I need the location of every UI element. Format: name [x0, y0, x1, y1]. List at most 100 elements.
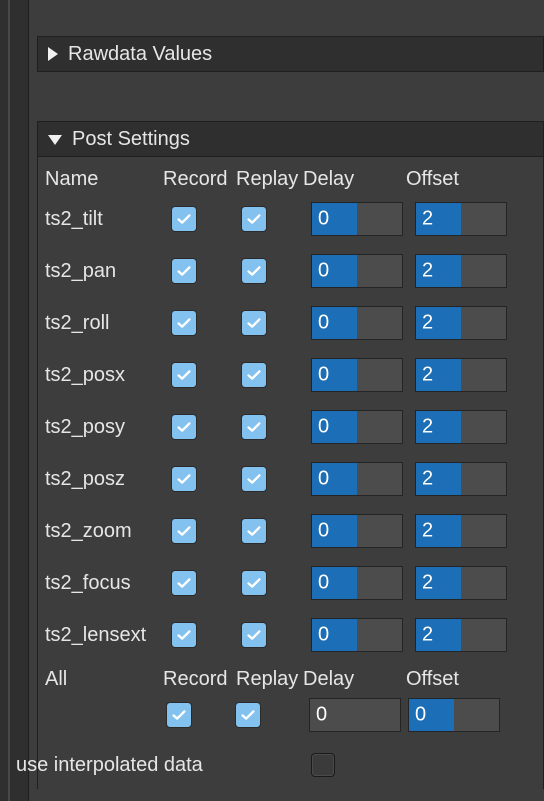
checkmark-icon — [177, 578, 191, 588]
row-name: ts2_posy — [45, 415, 126, 438]
checkmark-icon — [177, 370, 191, 380]
checkmark-icon — [247, 370, 261, 380]
replay-cell — [238, 609, 270, 661]
delay-cell: 0 — [311, 297, 403, 349]
replay-checkbox[interactable] — [241, 362, 267, 388]
offset-field[interactable]: 2 — [415, 618, 507, 652]
row-name: ts2_pan — [45, 259, 117, 282]
record-checkbox[interactable] — [171, 466, 197, 492]
record-checkbox[interactable] — [171, 258, 197, 284]
replay-checkbox[interactable] — [241, 570, 267, 596]
replay-cell — [238, 297, 270, 349]
offset-field[interactable]: 2 — [415, 254, 507, 288]
record-cell — [168, 453, 200, 505]
record-checkbox[interactable] — [171, 362, 197, 388]
delay-field[interactable]: 0 — [311, 202, 403, 236]
collapsed-triangle-icon — [48, 47, 58, 61]
delay-field[interactable]: 0 — [311, 254, 403, 288]
table-row: ts2_zoom 0 2 — [38, 505, 544, 557]
offset-field[interactable]: 2 — [415, 514, 507, 548]
record-checkbox[interactable] — [171, 310, 197, 336]
offset-field[interactable]: 2 — [415, 566, 507, 600]
row-name: ts2_lensext — [45, 623, 147, 646]
offset-value: 2 — [422, 623, 434, 646]
replay-checkbox[interactable] — [241, 258, 267, 284]
all-delay-field[interactable]: 0 — [309, 698, 401, 732]
post-settings-section: Name Record Replay Delay Offset ts2_tilt… — [37, 157, 544, 789]
delay-cell: 0 — [311, 609, 403, 661]
delay-field[interactable]: 0 — [311, 462, 403, 496]
offset-field[interactable]: 2 — [415, 462, 507, 496]
offset-field[interactable]: 2 — [415, 202, 507, 236]
delay-value: 0 — [318, 571, 330, 594]
replay-cell — [238, 401, 270, 453]
delay-field[interactable]: 0 — [311, 514, 403, 548]
delay-cell: 0 — [311, 245, 403, 297]
replay-cell — [238, 245, 270, 297]
delay-value: 0 — [318, 415, 330, 438]
offset-field[interactable]: 2 — [415, 306, 507, 340]
checkmark-icon — [172, 710, 186, 720]
all-offset-field[interactable]: 0 — [408, 698, 500, 732]
row-name: ts2_roll — [45, 311, 110, 334]
delay-field[interactable]: 0 — [311, 566, 403, 600]
all-delay-value: 0 — [316, 703, 328, 726]
record-cell — [168, 505, 200, 557]
record-cell — [168, 609, 200, 661]
replay-checkbox[interactable] — [241, 206, 267, 232]
delay-field[interactable]: 0 — [311, 410, 403, 444]
use-interpolated-data-row: use interpolated data — [16, 748, 476, 782]
delay-field[interactable]: 0 — [311, 618, 403, 652]
record-cell — [168, 349, 200, 401]
replay-cell — [238, 453, 270, 505]
use-interpolated-data-checkbox[interactable] — [311, 753, 335, 777]
all-replay-checkbox[interactable] — [235, 702, 261, 728]
rawdata-values-header[interactable]: Rawdata Values — [37, 36, 544, 72]
table-row: ts2_pan 0 2 — [38, 245, 544, 297]
delay-cell: 0 — [311, 505, 403, 557]
offset-value: 2 — [422, 259, 434, 282]
delay-cell: 0 — [311, 349, 403, 401]
table-row: ts2_focus 0 2 — [38, 557, 544, 609]
delay-value: 0 — [318, 259, 330, 282]
record-checkbox[interactable] — [171, 622, 197, 648]
offset-cell: 2 — [415, 609, 507, 661]
offset-field[interactable]: 2 — [415, 358, 507, 392]
all-replay-cell — [232, 689, 264, 741]
delay-value: 0 — [318, 467, 330, 490]
offset-cell: 2 — [415, 349, 507, 401]
offset-cell: 2 — [415, 297, 507, 349]
rawdata-values-title: Rawdata Values — [68, 42, 213, 65]
replay-checkbox[interactable] — [241, 310, 267, 336]
table-row: ts2_lensext 0 2 — [38, 609, 544, 661]
replay-checkbox[interactable] — [241, 622, 267, 648]
left-gutter — [0, 0, 29, 801]
post-settings-header[interactable]: Post Settings — [37, 121, 544, 157]
replay-cell — [238, 349, 270, 401]
checkmark-icon — [177, 318, 191, 328]
replay-checkbox[interactable] — [241, 518, 267, 544]
offset-value: 2 — [422, 519, 434, 542]
checkmark-icon — [247, 318, 261, 328]
record-checkbox[interactable] — [171, 570, 197, 596]
checkmark-icon — [177, 474, 191, 484]
replay-checkbox[interactable] — [241, 414, 267, 440]
checkmark-icon — [247, 578, 261, 588]
table-row: ts2_roll 0 2 — [38, 297, 544, 349]
delay-cell: 0 — [311, 557, 403, 609]
replay-checkbox[interactable] — [241, 466, 267, 492]
table-row: ts2_posx 0 2 — [38, 349, 544, 401]
record-cell — [168, 193, 200, 245]
all-record-checkbox[interactable] — [166, 702, 192, 728]
record-cell — [168, 245, 200, 297]
record-checkbox[interactable] — [171, 518, 197, 544]
checkmark-icon — [177, 422, 191, 432]
all-offset-value: 0 — [415, 703, 427, 726]
record-checkbox[interactable] — [171, 414, 197, 440]
delay-field[interactable]: 0 — [311, 358, 403, 392]
delay-field[interactable]: 0 — [311, 306, 403, 340]
offset-field[interactable]: 2 — [415, 410, 507, 444]
record-checkbox[interactable] — [171, 206, 197, 232]
checkmark-icon — [177, 266, 191, 276]
post-settings-window: Rawdata Values Post Settings Name Record… — [0, 0, 544, 801]
